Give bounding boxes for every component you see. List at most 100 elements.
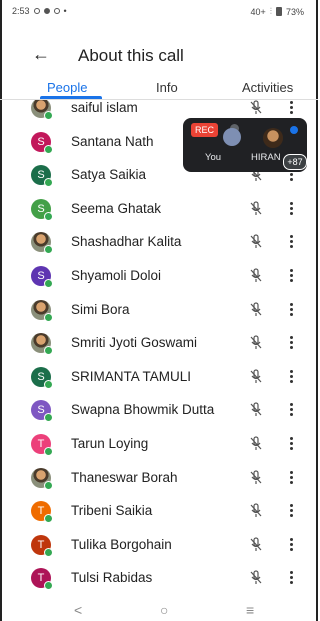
mic-off-icon <box>250 570 262 585</box>
participant-row[interactable]: T Tribeni Saikia <box>0 494 318 528</box>
tab-info[interactable]: Info <box>156 80 178 95</box>
avatar <box>31 467 53 490</box>
battery-label: 73% <box>285 6 304 17</box>
arrow-left-icon[interactable]: ← <box>32 44 50 65</box>
more-vert-icon[interactable] <box>290 235 294 249</box>
nav-recents-icon[interactable]: ≡ <box>246 602 254 618</box>
avatar <box>31 299 53 322</box>
participant-name: saiful islam <box>71 100 138 115</box>
more-participants-badge: +87 <box>283 154 307 170</box>
participant-row[interactable]: Simi Bora <box>0 293 318 327</box>
participant-name: Smriti Jyoti Goswami <box>71 335 198 351</box>
nav-home-icon[interactable]: ○ <box>160 602 168 618</box>
participant-row[interactable]: S Swapna Bhowmik Dutta <box>0 393 318 427</box>
status-right: 40+ ⫶ 73% <box>250 6 304 17</box>
more-vert-icon[interactable] <box>290 437 294 451</box>
more-vert-icon[interactable] <box>290 269 294 283</box>
participant-name: Seema Ghatak <box>71 200 162 216</box>
mic-off-icon <box>250 503 262 518</box>
avatar: T <box>31 434 53 456</box>
participant-row[interactable]: T Tarun Loying <box>0 427 318 461</box>
participant-row[interactable]: Thaneswar Borah <box>0 461 318 495</box>
participant-name: SRIMANTA TAMULI <box>71 368 192 384</box>
participant-label: HIRAN <box>251 152 281 163</box>
avatar: T <box>31 501 53 524</box>
participant-name: Santana Nath <box>71 133 154 149</box>
participant-name: Satya Saikia <box>71 167 147 183</box>
call-overlay[interactable]: REC You HIRAN +87 <box>183 118 307 172</box>
presence-dot <box>44 245 53 255</box>
more-vert-icon[interactable] <box>290 571 294 585</box>
status-icon-2 <box>43 8 50 14</box>
top-app-bar: ← About this call <box>0 38 318 70</box>
participant-name: Swapna Bhowmik Dutta <box>71 402 215 418</box>
presence-dot <box>44 480 53 490</box>
avatar: S <box>31 131 53 154</box>
participant-name: Tulsi Rabidas <box>71 570 153 586</box>
more-vert-icon[interactable] <box>290 302 294 317</box>
presence-dot <box>44 379 53 389</box>
avatar: T <box>31 568 53 591</box>
mic-off-icon <box>250 234 262 249</box>
participant-row[interactable]: Shashadhar Kalita <box>0 225 318 259</box>
participant-row[interactable]: T Tulsi Rabidas <box>0 561 318 595</box>
participant-row[interactable]: S Seema Ghatak <box>0 192 318 226</box>
participant-row[interactable]: Smriti Jyoti Goswami <box>0 326 318 360</box>
more-vert-icon[interactable] <box>290 504 294 518</box>
avatar: S <box>31 266 53 288</box>
participant-list[interactable]: saiful islam S Santana Nath S Satya Saikia S S… <box>0 100 318 600</box>
presence-dot <box>44 178 53 188</box>
mic-off-icon <box>250 301 262 316</box>
more-vert-icon[interactable] <box>290 336 294 350</box>
status-icon-3 <box>53 8 60 14</box>
presence-dot <box>44 581 53 591</box>
more-vert-icon[interactable] <box>290 201 294 216</box>
page-title: About this call <box>78 46 184 65</box>
participant-row[interactable]: T Tulika Borgohain <box>0 528 318 562</box>
mic-off-icon <box>250 100 262 114</box>
network-label: 40+ <box>250 6 266 17</box>
mic-off-icon <box>250 335 262 350</box>
status-left: 2:53 • <box>12 6 67 16</box>
avatar: S <box>31 366 53 389</box>
presence-dot <box>44 413 53 423</box>
tab-activities[interactable]: Activities <box>242 80 293 95</box>
avatar <box>31 100 53 120</box>
avatar: S <box>31 400 53 423</box>
presence-dot <box>44 547 53 557</box>
more-vert-icon[interactable] <box>290 403 294 417</box>
more-vert-icon[interactable] <box>290 537 294 552</box>
presence-dot <box>44 144 53 154</box>
avatar: S <box>31 165 53 188</box>
participant-row[interactable]: S SRIMANTA TAMULI <box>0 360 318 394</box>
battery-icon <box>275 7 282 16</box>
more-vert-icon[interactable] <box>290 470 294 485</box>
participant-avatar <box>263 128 283 148</box>
participant-name: Tulika Borgohain <box>71 536 172 552</box>
mic-off-icon <box>250 469 262 484</box>
status-time: 2:53 <box>12 6 30 16</box>
avatar <box>31 333 53 356</box>
mic-off-icon <box>250 436 262 450</box>
presence-dot <box>44 312 53 322</box>
you-label: You <box>205 152 222 163</box>
participant-name: Tribeni Saikia <box>71 503 153 519</box>
mic-off-icon <box>250 402 262 417</box>
more-vert-icon[interactable] <box>290 101 294 115</box>
nav-back-icon[interactable]: < <box>74 602 82 618</box>
mic-off-icon <box>250 537 262 551</box>
presence-dot <box>44 346 53 356</box>
system-nav-bar: < ○ ≡ <box>0 600 318 621</box>
you-avatar <box>223 128 241 146</box>
presence-dot <box>44 447 53 456</box>
signal-icon: ⫶ <box>269 6 272 16</box>
participant-name: Simi Bora <box>71 301 130 317</box>
avatar: S <box>31 198 53 221</box>
status-dot-icon: • <box>63 6 67 16</box>
presence-dot <box>44 279 53 288</box>
tab-people[interactable]: People <box>47 80 87 95</box>
more-vert-icon[interactable] <box>290 369 294 384</box>
participant-row[interactable]: S Shyamoli Doloi <box>0 259 318 293</box>
status-bar: 2:53 • 40+ ⫶ 73% <box>0 0 318 22</box>
presence-dot <box>44 111 53 120</box>
